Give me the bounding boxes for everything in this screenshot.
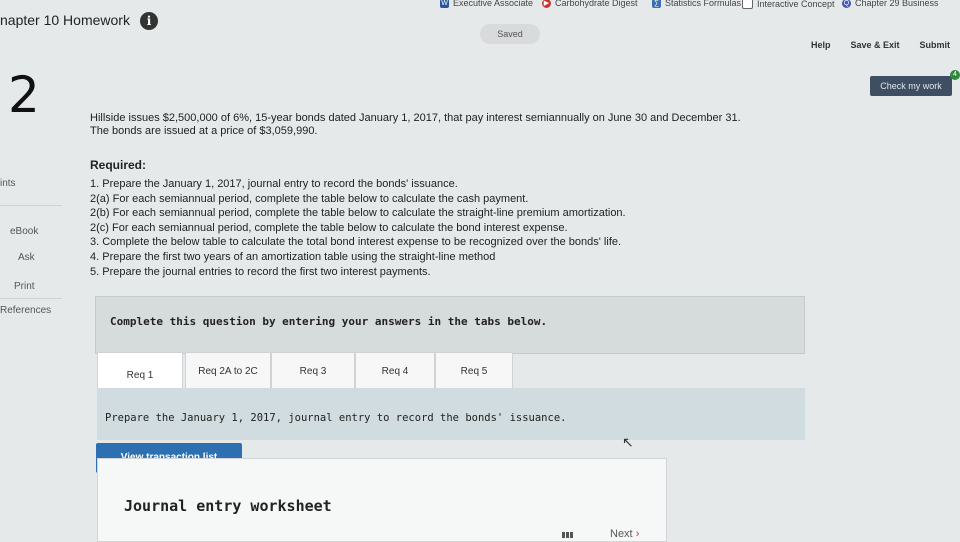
sidebar-item-ebook[interactable]: eBook	[10, 226, 38, 237]
sidebar-item-print[interactable]: Print	[14, 281, 35, 292]
points-label: ints	[0, 178, 16, 189]
complete-prompt-bar: Complete this question by entering your …	[95, 296, 805, 354]
required-list: 1. Prepare the January 1, 2017, journal …	[90, 177, 626, 279]
tab-req-2a-2c[interactable]: Req 2A to 2C	[185, 352, 271, 390]
chapter-title: napter 10 Homework	[0, 12, 130, 28]
bookmark-carbohydrate-digest[interactable]: ▶ Carbohydrate Digest	[542, 0, 638, 8]
problem-statement: Hillside issues $2,500,000 of 6%, 15-yea…	[90, 112, 741, 138]
bookmark-executive-associate[interactable]: W Executive Associate	[440, 0, 533, 8]
required-heading: Required:	[90, 158, 147, 172]
tab-req-3[interactable]: Req 3	[271, 352, 355, 390]
required-item: 4. Prepare the first two years of an amo…	[90, 250, 496, 263]
play-icon: ▶	[542, 0, 551, 8]
journal-title: Journal entry worksheet	[124, 497, 332, 515]
check-count-badge: 4	[950, 70, 960, 80]
info-icon[interactable]: i	[140, 12, 158, 30]
journal-entry-worksheet: Journal entry worksheet	[97, 458, 667, 542]
calculator-icon: ∑	[652, 0, 661, 8]
instruction-text: Prepare the January 1, 2017, journal ent…	[105, 412, 567, 424]
complete-prompt-text: Complete this question by entering your …	[110, 315, 548, 328]
bookmark-label: Chapter 29 Business	[855, 0, 939, 8]
save-exit-link[interactable]: Save & Exit	[850, 40, 899, 50]
grid-icon	[562, 532, 574, 538]
sidebar-item-references[interactable]: References	[0, 305, 51, 316]
bookmark-label: Executive Associate	[453, 0, 534, 8]
required-item: 2(b) For each semiannual period, complet…	[90, 207, 626, 220]
bookmark-chapter-29-business[interactable]: Q Chapter 29 Business	[842, 0, 939, 8]
bookmark-interactive-concept[interactable]: Interactive Concept	[742, 0, 835, 9]
mouse-cursor-icon: ↖	[622, 434, 634, 450]
required-item: 3. Complete the below table to calculate…	[90, 236, 622, 249]
chevron-right-icon: ›	[635, 528, 640, 540]
required-item: 2(c) For each semiannual period, complet…	[90, 221, 568, 234]
saved-status: Saved	[480, 24, 540, 44]
sidebar-item-ask[interactable]: Ask	[18, 252, 35, 263]
problem-line: The bonds are issued at a price of $3,05…	[90, 125, 318, 137]
word-icon: W	[440, 0, 449, 8]
submit-link[interactable]: Submit	[920, 40, 951, 50]
help-link[interactable]: Help	[811, 40, 831, 50]
bookmark-label: Statistics Formulas	[665, 0, 742, 8]
bookmark-statistics-formulas[interactable]: ∑ Statistics Formulas	[652, 0, 741, 8]
bookmark-label: Interactive Concept	[757, 0, 835, 9]
required-item: 1. Prepare the January 1, 2017, journal …	[90, 178, 458, 190]
quizlet-icon: Q	[842, 0, 851, 8]
next-label: Next	[610, 528, 633, 540]
bookmark-label: Carbohydrate Digest	[555, 0, 638, 8]
sidebar-divider	[0, 205, 62, 206]
tab-req-4[interactable]: Req 4	[355, 352, 435, 390]
top-links: Help Save & Exit Submit	[811, 40, 950, 50]
instruction-bar: Prepare the January 1, 2017, journal ent…	[97, 388, 805, 440]
sidebar-divider	[0, 298, 62, 299]
check-my-work-button[interactable]: Check my work	[870, 76, 952, 96]
problem-line: Hillside issues $2,500,000 of 6%, 15-yea…	[90, 112, 741, 124]
question-number: 2	[8, 66, 40, 124]
document-icon	[742, 0, 753, 9]
required-item: 5. Prepare the journal entries to record…	[90, 265, 431, 278]
required-item: 2(a) For each semiannual period, complet…	[90, 192, 529, 205]
bookmarks-bar: W Executive Associate ▶ Carbohydrate Dig…	[420, 0, 960, 14]
next-button[interactable]: Next ›	[610, 528, 639, 540]
tab-req-5[interactable]: Req 5	[435, 352, 513, 390]
